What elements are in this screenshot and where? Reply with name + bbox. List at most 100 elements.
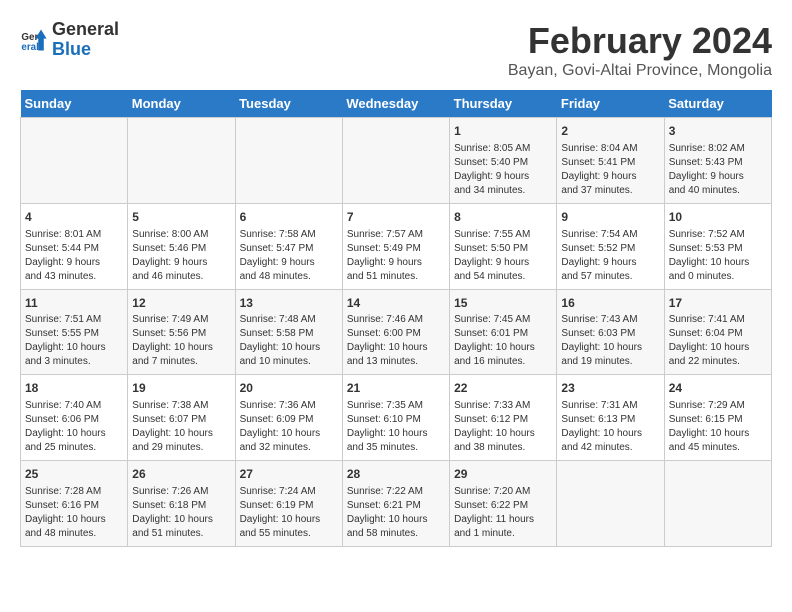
column-header-thursday: Thursday	[450, 90, 557, 118]
calendar-cell: 24 Sunrise: 7:29 AMSunset: 6:15 PMDayligh…	[664, 375, 771, 461]
day-info: Sunrise: 8:00 AMSunset: 5:46 PMDaylight:…	[132, 228, 230, 284]
calendar-cell: 22 Sunrise: 7:33 AMSunset: 6:12 PMDayligh…	[450, 375, 557, 461]
calendar-cell: 27 Sunrise: 7:24 AMSunset: 6:19 PMDayligh…	[235, 461, 342, 547]
calendar-cell	[664, 461, 771, 547]
calendar-cell: 20 Sunrise: 7:36 AMSunset: 6:09 PMDayligh…	[235, 375, 342, 461]
calendar-cell: 15Sunrise: 7:45 AMSunset: 6:01 PMDayligh…	[450, 289, 557, 375]
day-info: Sunrise: 7:28 AMSunset: 6:16 PMDaylight:…	[25, 485, 123, 541]
calendar-cell: 10 Sunrise: 7:52 AMSunset: 5:53 PMDayligh…	[664, 203, 771, 289]
calendar-cell: 14Sunrise: 7:46 AMSunset: 6:00 PMDayligh…	[342, 289, 449, 375]
calendar-cell: 28Sunrise: 7:22 AMSunset: 6:21 PMDayligh…	[342, 461, 449, 547]
calendar-cell: 18Sunrise: 7:40 AMSunset: 6:06 PMDayligh…	[21, 375, 128, 461]
day-info: Sunrise: 7:48 AMSunset: 5:58 PMDaylight:…	[240, 313, 338, 369]
day-number: 8	[454, 209, 552, 226]
day-number: 1	[454, 123, 552, 140]
calendar-cell: 5 Sunrise: 8:00 AMSunset: 5:46 PMDaylight…	[128, 203, 235, 289]
day-info: Sunrise: 8:01 AMSunset: 5:44 PMDaylight:…	[25, 228, 123, 284]
calendar-cell: 6 Sunrise: 7:58 AMSunset: 5:47 PMDaylight…	[235, 203, 342, 289]
column-header-wednesday: Wednesday	[342, 90, 449, 118]
day-number: 9	[561, 209, 659, 226]
day-number: 17	[669, 295, 767, 312]
day-info: Sunrise: 7:49 AMSunset: 5:56 PMDaylight:…	[132, 313, 230, 369]
column-header-friday: Friday	[557, 90, 664, 118]
week-row-3: 11Sunrise: 7:51 AMSunset: 5:55 PMDayligh…	[21, 289, 772, 375]
day-info: Sunrise: 7:24 AMSunset: 6:19 PMDaylight:…	[240, 485, 338, 541]
calendar-cell: 8 Sunrise: 7:55 AMSunset: 5:50 PMDaylight…	[450, 203, 557, 289]
column-header-sunday: Sunday	[21, 90, 128, 118]
day-info: Sunrise: 7:45 AMSunset: 6:01 PMDaylight:…	[454, 313, 552, 369]
logo: Gen eral General Blue	[20, 20, 119, 60]
title-section: February 2024 Bayan, Govi-Altai Province…	[508, 20, 772, 80]
svg-text:eral: eral	[21, 42, 39, 53]
day-info: Sunrise: 7:31 AMSunset: 6:13 PMDaylight:…	[561, 399, 659, 455]
day-info: Sunrise: 7:35 AMSunset: 6:10 PMDaylight:…	[347, 399, 445, 455]
week-row-1: 1 Sunrise: 8:05 AMSunset: 5:40 PMDaylight…	[21, 118, 772, 204]
day-number: 27	[240, 466, 338, 483]
calendar-cell	[21, 118, 128, 204]
month-title: February 2024	[508, 20, 772, 62]
day-number: 26	[132, 466, 230, 483]
column-header-tuesday: Tuesday	[235, 90, 342, 118]
calendar-cell: 12Sunrise: 7:49 AMSunset: 5:56 PMDayligh…	[128, 289, 235, 375]
calendar-cell: 1 Sunrise: 8:05 AMSunset: 5:40 PMDaylight…	[450, 118, 557, 204]
day-number: 21	[347, 380, 445, 397]
day-info: Sunrise: 7:40 AMSunset: 6:06 PMDaylight:…	[25, 399, 123, 455]
calendar-cell: 3 Sunrise: 8:02 AMSunset: 5:43 PMDaylight…	[664, 118, 771, 204]
day-number: 29	[454, 466, 552, 483]
day-info: Sunrise: 7:26 AMSunset: 6:18 PMDaylight:…	[132, 485, 230, 541]
calendar-cell	[557, 461, 664, 547]
page-header: Gen eral General Blue February 2024 Baya…	[20, 20, 772, 80]
calendar-cell: 9 Sunrise: 7:54 AMSunset: 5:52 PMDaylight…	[557, 203, 664, 289]
day-info: Sunrise: 7:58 AMSunset: 5:47 PMDaylight:…	[240, 228, 338, 284]
day-info: Sunrise: 7:54 AMSunset: 5:52 PMDaylight:…	[561, 228, 659, 284]
calendar-cell	[235, 118, 342, 204]
day-number: 16	[561, 295, 659, 312]
day-number: 20	[240, 380, 338, 397]
day-info: Sunrise: 7:55 AMSunset: 5:50 PMDaylight:…	[454, 228, 552, 284]
day-info: Sunrise: 7:33 AMSunset: 6:12 PMDaylight:…	[454, 399, 552, 455]
day-number: 15	[454, 295, 552, 312]
column-header-monday: Monday	[128, 90, 235, 118]
day-number: 6	[240, 209, 338, 226]
day-info: Sunrise: 7:43 AMSunset: 6:03 PMDaylight:…	[561, 313, 659, 369]
calendar-table: SundayMondayTuesdayWednesdayThursdayFrid…	[20, 90, 772, 547]
location-subtitle: Bayan, Govi-Altai Province, Mongolia	[508, 62, 772, 80]
day-number: 23	[561, 380, 659, 397]
day-info: Sunrise: 8:02 AMSunset: 5:43 PMDaylight:…	[669, 142, 767, 198]
day-number: 12	[132, 295, 230, 312]
calendar-cell: 2Sunrise: 8:04 AMSunset: 5:41 PMDaylight…	[557, 118, 664, 204]
logo-text: General Blue	[52, 20, 119, 60]
column-header-saturday: Saturday	[664, 90, 771, 118]
calendar-cell	[128, 118, 235, 204]
day-number: 10	[669, 209, 767, 226]
calendar-cell: 29Sunrise: 7:20 AMSunset: 6:22 PMDayligh…	[450, 461, 557, 547]
day-info: Sunrise: 7:38 AMSunset: 6:07 PMDaylight:…	[132, 399, 230, 455]
day-number: 25	[25, 466, 123, 483]
day-number: 13	[240, 295, 338, 312]
week-row-4: 18Sunrise: 7:40 AMSunset: 6:06 PMDayligh…	[21, 375, 772, 461]
calendar-cell: 25 Sunrise: 7:28 AMSunset: 6:16 PMDayligh…	[21, 461, 128, 547]
day-number: 5	[132, 209, 230, 226]
logo-icon: Gen eral	[20, 26, 48, 54]
calendar-cell: 11Sunrise: 7:51 AMSunset: 5:55 PMDayligh…	[21, 289, 128, 375]
calendar-cell: 19 Sunrise: 7:38 AMSunset: 6:07 PMDayligh…	[128, 375, 235, 461]
calendar-cell: 23 Sunrise: 7:31 AMSunset: 6:13 PMDayligh…	[557, 375, 664, 461]
day-info: Sunrise: 7:51 AMSunset: 5:55 PMDaylight:…	[25, 313, 123, 369]
day-info: Sunrise: 8:05 AMSunset: 5:40 PMDaylight:…	[454, 142, 552, 198]
week-row-5: 25 Sunrise: 7:28 AMSunset: 6:16 PMDayligh…	[21, 461, 772, 547]
day-number: 24	[669, 380, 767, 397]
calendar-cell: 26 Sunrise: 7:26 AMSunset: 6:18 PMDayligh…	[128, 461, 235, 547]
day-number: 22	[454, 380, 552, 397]
day-number: 7	[347, 209, 445, 226]
day-info: Sunrise: 7:46 AMSunset: 6:00 PMDaylight:…	[347, 313, 445, 369]
day-info: Sunrise: 7:41 AMSunset: 6:04 PMDaylight:…	[669, 313, 767, 369]
day-number: 3	[669, 123, 767, 140]
calendar-cell: 16Sunrise: 7:43 AMSunset: 6:03 PMDayligh…	[557, 289, 664, 375]
day-number: 19	[132, 380, 230, 397]
day-info: Sunrise: 7:29 AMSunset: 6:15 PMDaylight:…	[669, 399, 767, 455]
day-info: Sunrise: 7:57 AMSunset: 5:49 PMDaylight:…	[347, 228, 445, 284]
calendar-cell: 13Sunrise: 7:48 AMSunset: 5:58 PMDayligh…	[235, 289, 342, 375]
day-info: Sunrise: 7:52 AMSunset: 5:53 PMDaylight:…	[669, 228, 767, 284]
day-info: Sunrise: 7:36 AMSunset: 6:09 PMDaylight:…	[240, 399, 338, 455]
day-info: Sunrise: 7:22 AMSunset: 6:21 PMDaylight:…	[347, 485, 445, 541]
